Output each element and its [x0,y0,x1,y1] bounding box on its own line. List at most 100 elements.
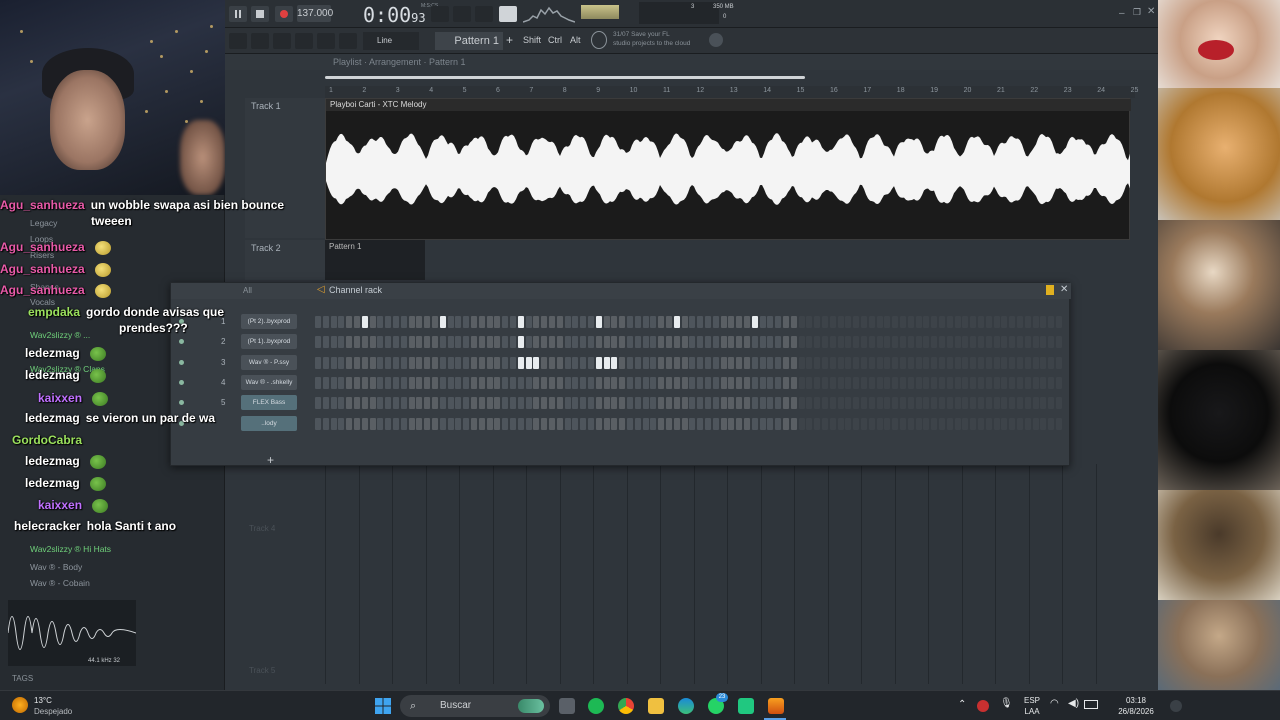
step-button[interactable] [829,356,836,369]
step-button[interactable] [463,336,470,349]
step-button[interactable] [915,316,922,328]
step-button[interactable] [556,417,563,430]
step-button[interactable] [611,376,618,389]
step-button[interactable] [315,356,321,369]
step-button[interactable] [1048,356,1055,369]
step-button[interactable] [861,336,867,349]
step-button[interactable] [385,397,392,410]
step-button[interactable] [1009,356,1016,369]
step-button[interactable] [541,397,548,410]
step-button[interactable] [315,417,321,430]
chat-username[interactable]: GordoCabra [12,433,82,447]
step-button[interactable] [393,356,399,369]
step-button[interactable] [814,376,821,389]
step-button[interactable] [486,376,493,389]
step-button[interactable] [814,356,821,369]
step-button[interactable] [510,376,516,389]
step-button[interactable] [923,417,930,430]
step-button[interactable] [892,336,899,349]
step-button[interactable] [572,356,579,369]
chat-username[interactable]: Agu_sanhueza [0,240,85,254]
step-button[interactable] [751,417,758,430]
step-button[interactable] [798,316,805,328]
step-button[interactable] [408,316,415,328]
step-button[interactable] [400,376,407,389]
step-button[interactable] [432,397,438,410]
step-button[interactable] [720,397,727,410]
step-button[interactable] [931,376,938,389]
mixer-icon[interactable] [295,33,313,49]
channel-led[interactable] [179,400,184,406]
step-button[interactable] [712,316,719,328]
step-button[interactable] [1048,316,1055,328]
step-button[interactable] [556,356,563,369]
step-button[interactable] [978,336,984,349]
step-button[interactable] [627,397,633,410]
step-button[interactable] [315,336,321,349]
step-button[interactable] [946,397,953,410]
step-button[interactable] [892,417,899,430]
step-button[interactable] [939,336,945,349]
step-button[interactable] [822,376,828,389]
step-button[interactable] [478,376,485,389]
step-button[interactable] [486,356,493,369]
step-button[interactable] [455,376,462,389]
step-button[interactable] [439,316,446,328]
channel-name-button[interactable]: (Pt 2)..byxprod [241,314,297,329]
rack-close-icon[interactable]: ✕ [1060,284,1068,295]
step-button[interactable] [315,316,321,328]
step-button[interactable] [564,356,571,369]
step-button[interactable] [549,356,555,369]
step-button[interactable] [868,356,875,369]
step-button[interactable] [580,336,587,349]
step-button[interactable] [876,336,883,349]
step-button[interactable] [634,356,641,369]
step-button[interactable] [595,336,602,349]
loop-icon[interactable] [475,6,493,22]
step-button[interactable] [525,356,532,369]
step-button[interactable] [946,417,953,430]
arrow-icon[interactable] [317,33,335,49]
add-channel-icon[interactable]: + [267,453,274,467]
step-button[interactable] [892,356,899,369]
step-button[interactable] [978,316,984,328]
step-button[interactable] [650,336,657,349]
step-button[interactable] [845,417,852,430]
step-button[interactable] [962,336,969,349]
step-button[interactable] [1056,336,1062,349]
step-button[interactable] [603,417,610,430]
minimize-icon[interactable]: – [1119,8,1125,19]
step-button[interactable] [751,316,758,328]
step-button[interactable] [783,336,789,349]
step-button[interactable] [322,397,329,410]
step-button[interactable] [1040,336,1047,349]
mic-icon[interactable] [339,33,357,49]
step-button[interactable] [720,417,727,430]
step-button[interactable] [1009,316,1016,328]
step-button[interactable] [580,316,587,328]
step-button[interactable] [510,316,516,328]
step-button[interactable] [494,376,501,389]
step-button[interactable] [736,336,743,349]
step-button[interactable] [900,376,906,389]
step-button[interactable] [915,376,922,389]
step-button[interactable] [1056,376,1062,389]
step-button[interactable] [946,316,953,328]
step-button[interactable] [1001,397,1008,410]
step-button[interactable] [744,336,750,349]
step-button[interactable] [822,356,828,369]
step-button[interactable] [619,356,626,369]
step-button[interactable] [775,316,782,328]
step-button[interactable] [580,356,587,369]
step-button[interactable] [1048,376,1055,389]
step-button[interactable] [658,356,665,369]
step-button[interactable] [993,316,1000,328]
step-button[interactable] [517,356,524,369]
step-button[interactable] [712,417,719,430]
step-button[interactable] [1017,376,1023,389]
step-button[interactable] [549,336,555,349]
step-button[interactable] [985,356,992,369]
step-button[interactable] [946,356,953,369]
step-button[interactable] [814,336,821,349]
step-button[interactable] [923,316,930,328]
